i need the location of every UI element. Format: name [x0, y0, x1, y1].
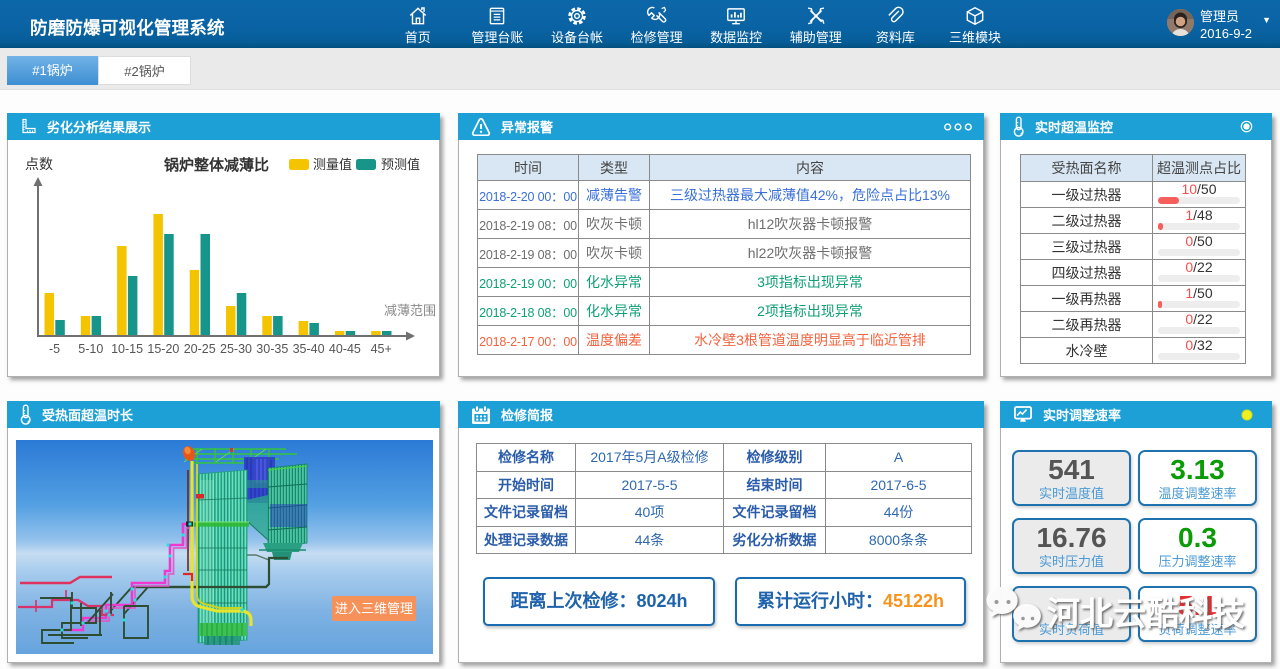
- svg-text:10-15: 10-15: [111, 342, 143, 356]
- svg-text:锅炉整体减薄比: 锅炉整体减薄比: [164, 156, 269, 174]
- svg-text:预测值: 预测值: [381, 157, 420, 172]
- svg-text:测量值: 测量值: [313, 157, 352, 172]
- svg-text:减薄范围: 减薄范围: [384, 303, 436, 318]
- svg-text:15-20: 15-20: [147, 342, 179, 356]
- svg-text:35-40: 35-40: [293, 342, 325, 356]
- svg-text:-5: -5: [49, 342, 60, 356]
- svg-text:25-30: 25-30: [220, 342, 252, 356]
- svg-text:20-25: 20-25: [184, 342, 216, 356]
- svg-text:45+: 45+: [371, 342, 392, 356]
- svg-text:40-45: 40-45: [329, 342, 361, 356]
- svg-text:河北云酷科技: 河北云酷科技: [1047, 595, 1245, 632]
- svg-text:30-35: 30-35: [256, 342, 288, 356]
- svg-text:点数: 点数: [25, 156, 53, 172]
- svg-text:5-10: 5-10: [78, 342, 103, 356]
